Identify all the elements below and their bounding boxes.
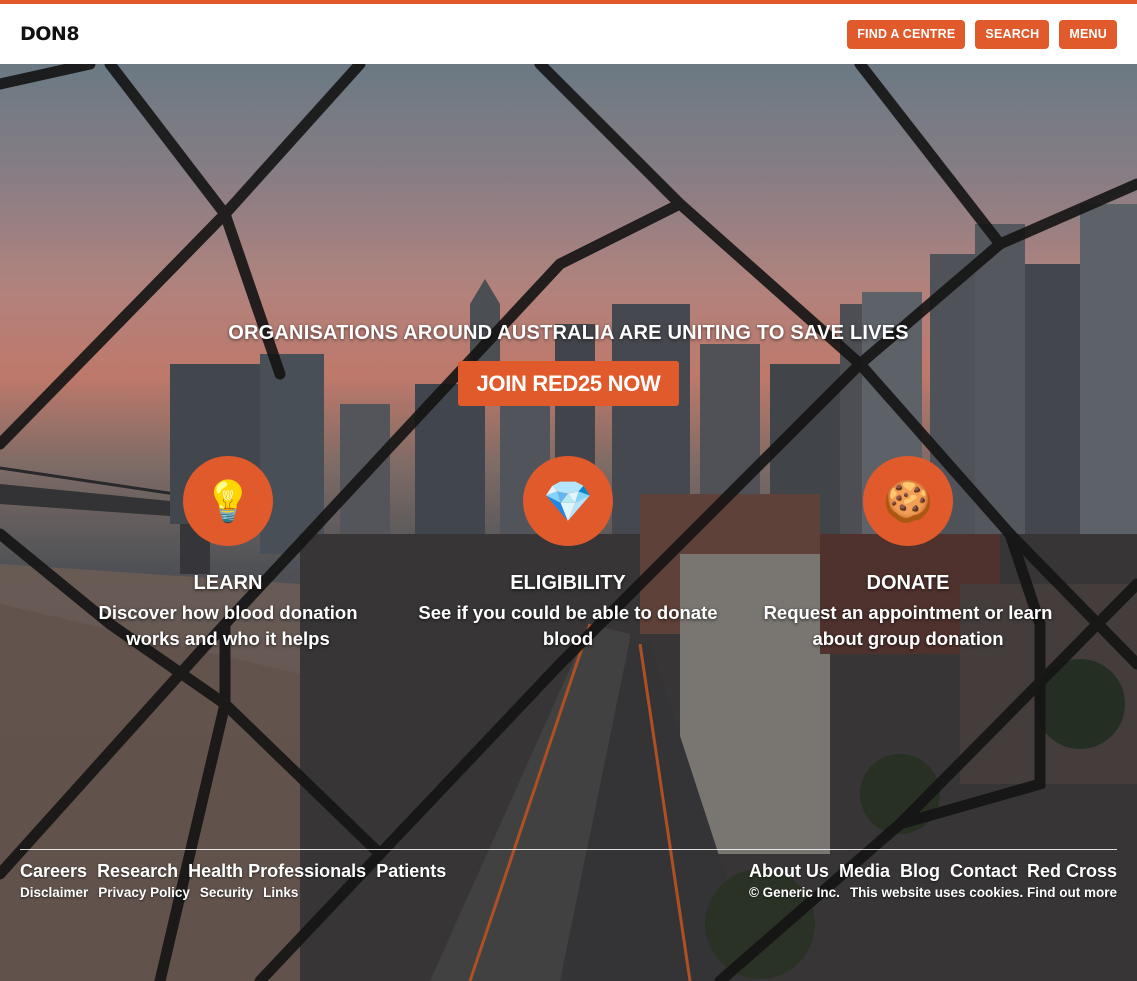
feature-title[interactable]: ELIGIBILITY xyxy=(408,572,728,594)
footer-link-links[interactable]: Links xyxy=(263,885,298,900)
feature-title[interactable]: DONATE xyxy=(748,572,1068,594)
footer-link-careers[interactable]: Careers xyxy=(20,861,87,882)
feature-donate[interactable]: 🍪 DONATE Request an appointment or learn… xyxy=(748,456,1068,652)
search-button[interactable]: SEARCH xyxy=(975,19,1050,49)
header-nav: FIND A CENTRE SEARCH MENU xyxy=(847,19,1117,49)
feature-learn[interactable]: 💡 LEARN Discover how blood donation work… xyxy=(68,456,388,652)
hero-content: ORGANISATIONS AROUND AUSTRALIA ARE UNITI… xyxy=(0,64,1137,981)
hero-tagline: ORGANISATIONS AROUND AUSTRALIA ARE UNITI… xyxy=(228,322,909,344)
menu-button[interactable]: MENU xyxy=(1059,19,1117,49)
gem-icon[interactable]: 💎 xyxy=(523,456,613,546)
join-red25-button[interactable]: JOIN RED25 NOW xyxy=(458,361,679,406)
footer-link-red-cross[interactable]: Red Cross xyxy=(1027,861,1117,882)
hero-section: ORGANISATIONS AROUND AUSTRALIA ARE UNITI… xyxy=(0,64,1137,981)
footer-link-blog[interactable]: Blog xyxy=(900,861,940,882)
find-a-centre-button[interactable]: FIND A CENTRE xyxy=(847,19,966,49)
feature-title[interactable]: LEARN xyxy=(68,572,388,594)
site-logo[interactable]: DON8 xyxy=(20,23,80,45)
feature-description: Discover how blood donation works and wh… xyxy=(98,602,358,649)
footer-secondary-links: About Us Media Blog Contact Red Cross xyxy=(749,861,1117,882)
footer-link-privacy-policy[interactable]: Privacy Policy xyxy=(98,885,190,900)
footer-link-contact[interactable]: Contact xyxy=(950,861,1017,882)
footer-link-security[interactable]: Security xyxy=(200,885,253,900)
feature-description: Request an appointment or learn about gr… xyxy=(763,602,1053,649)
footer-link-about-us[interactable]: About Us xyxy=(749,861,829,882)
footer-link-research[interactable]: Research xyxy=(97,861,178,882)
site-header: DON8 FIND A CENTRE SEARCH MENU xyxy=(0,4,1137,64)
cookie-notice-link[interactable]: This website uses cookies. Find out more xyxy=(850,885,1117,900)
footer-link-patients[interactable]: Patients xyxy=(376,861,446,882)
copyright-text: © Generic Inc. xyxy=(748,885,840,900)
cookie-icon[interactable]: 🍪 xyxy=(863,456,953,546)
footer-link-disclaimer[interactable]: Disclaimer xyxy=(20,885,88,900)
footer-primary-links: Careers Research Health Professionals Pa… xyxy=(20,861,446,882)
footer-link-health-professionals[interactable]: Health Professionals xyxy=(188,861,366,882)
footer-link-media[interactable]: Media xyxy=(839,861,890,882)
site-footer: Careers Research Health Professionals Pa… xyxy=(20,849,1117,900)
lightbulb-icon[interactable]: 💡 xyxy=(183,456,273,546)
feature-description: See if you could be able to donate blood xyxy=(418,602,718,649)
footer-legal-links: Disclaimer Privacy Policy Security Links xyxy=(20,885,298,900)
feature-eligibility[interactable]: 💎 ELIGIBILITY See if you could be able t… xyxy=(408,456,728,652)
footer-copyright-area: © Generic Inc. This website uses cookies… xyxy=(749,885,1117,900)
